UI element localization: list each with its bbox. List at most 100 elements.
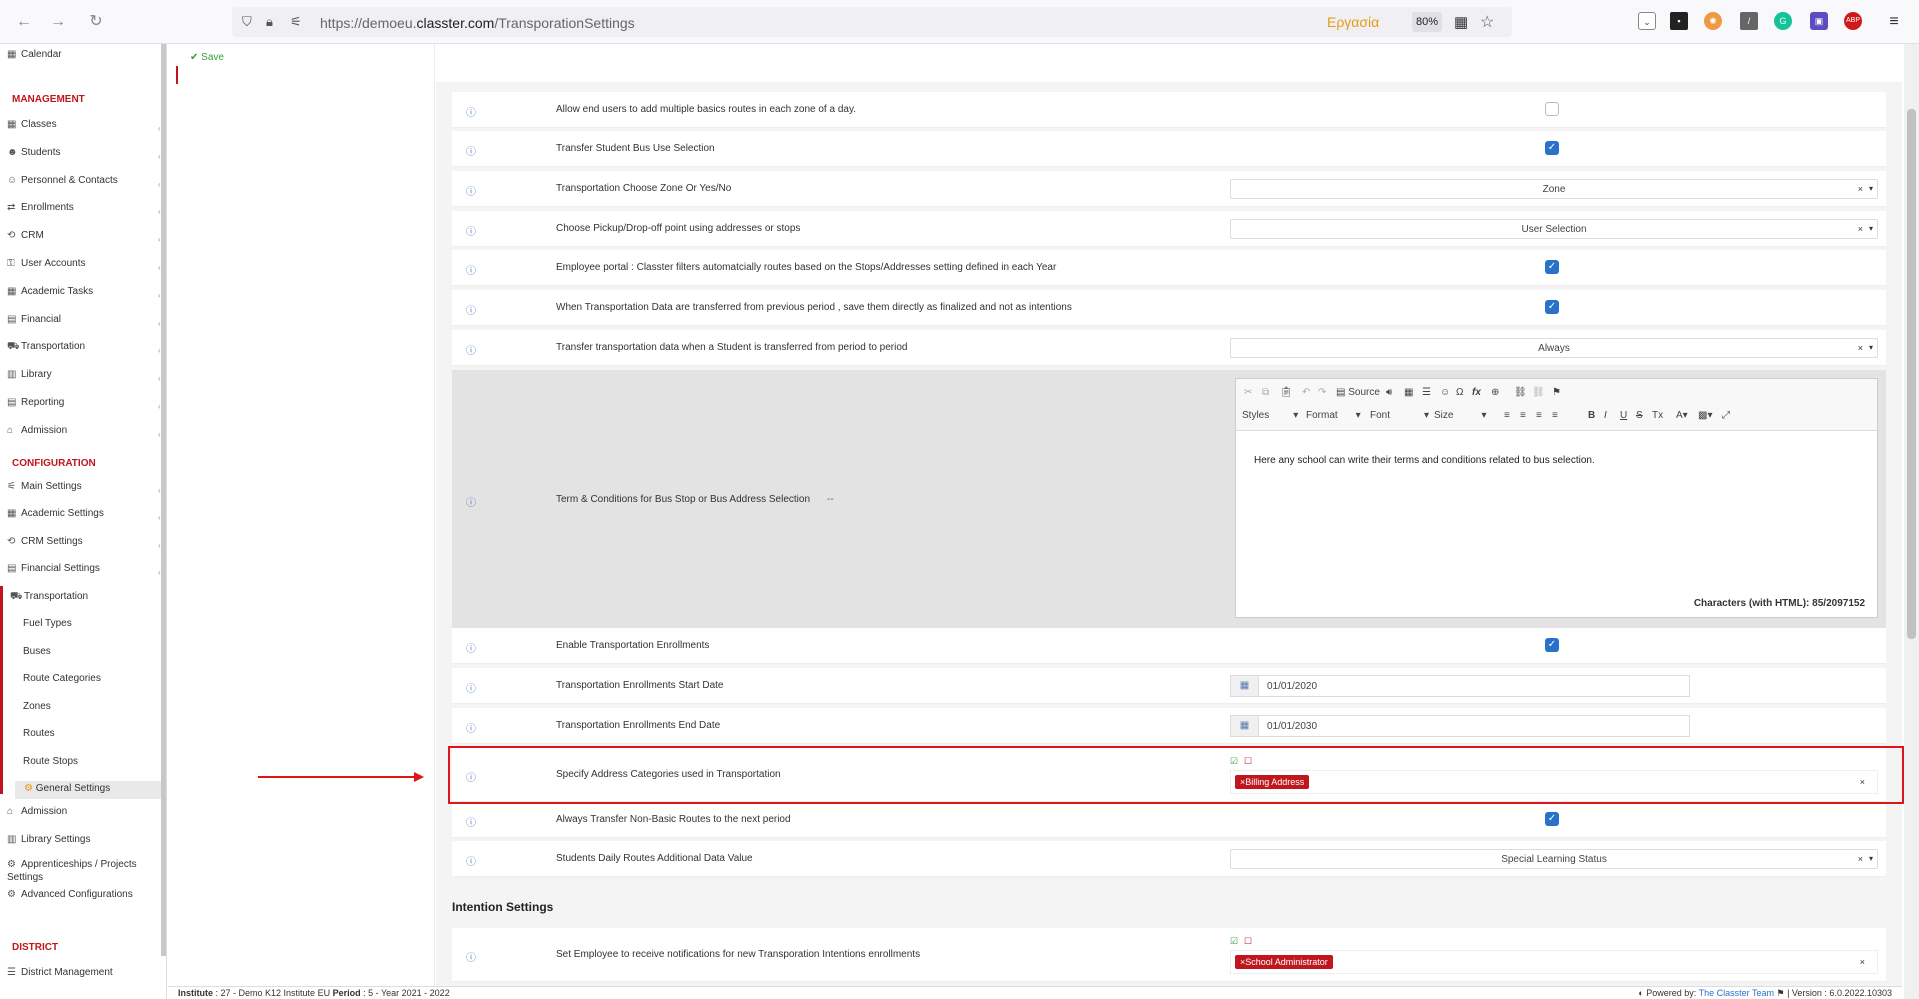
- chevron-down-icon[interactable]: ▾: [1869, 224, 1873, 233]
- maximize-icon[interactable]: ⤢: [1722, 410, 1730, 421]
- sidebar-item-library-settings[interactable]: ▥ Library Settings: [7, 831, 90, 849]
- address-bar[interactable]: ⛉ 🔒︎ ⚟ https://demoeu.classter.com/Trans…: [232, 7, 1512, 37]
- reload-icon[interactable]: ↻: [86, 12, 106, 32]
- info-icon[interactable]: ⓘ: [466, 640, 476, 655]
- align-center-icon[interactable]: ≡: [1520, 410, 1526, 421]
- select-all-icon[interactable]: ☑: [1230, 936, 1238, 947]
- source-button[interactable]: ▤ Source: [1336, 387, 1380, 398]
- checkbox-unchecked[interactable]: [1545, 102, 1559, 116]
- smiley-icon[interactable]: ☺: [1440, 387, 1450, 398]
- page-scrollbar[interactable]: [1904, 44, 1919, 999]
- sidebar-item-admission[interactable]: ⌂ Admission ‹: [7, 422, 161, 440]
- sidebar-item-apprenticeships-projects-settings[interactable]: ⚙ Apprenticeships / Projects Settings: [7, 858, 157, 883]
- info-icon[interactable]: ⓘ: [466, 104, 476, 119]
- undo-icon[interactable]: ↶: [1302, 387, 1310, 398]
- sidebar-subitem-fuel-types[interactable]: Fuel Types: [23, 615, 72, 633]
- close-icon[interactable]: ×: [1858, 184, 1863, 194]
- info-icon[interactable]: ⓘ: [466, 143, 476, 158]
- shield-icon[interactable]: ⛉: [242, 14, 252, 30]
- format-dropdown[interactable]: Format ▾: [1306, 410, 1361, 421]
- paste-icon[interactable]: 📋︎: [1280, 387, 1293, 398]
- sidebar-item-transportation[interactable]: ⛟Transportation ‹: [7, 338, 161, 356]
- close-icon[interactable]: ×: [1858, 343, 1863, 353]
- calendar-icon[interactable]: ▦: [1231, 716, 1259, 736]
- color-wheel-icon[interactable]: ✺: [1704, 12, 1722, 30]
- tag-select[interactable]: ×School Administrator ×: [1230, 950, 1878, 974]
- italic-icon[interactable]: I: [1604, 410, 1607, 421]
- cut-icon[interactable]: ✂: [1244, 387, 1252, 398]
- sidebar-item-reporting[interactable]: ▤ Reporting ‹: [7, 394, 161, 412]
- info-icon[interactable]: ⓘ: [466, 262, 476, 277]
- sidebar-item-user-accounts[interactable]: ⚿ User Accounts ‹: [7, 255, 161, 273]
- info-icon[interactable]: ⓘ: [466, 720, 476, 735]
- sidebar-item-students[interactable]: ☻ Students ‹: [7, 144, 161, 162]
- info-icon[interactable]: ⓘ: [466, 814, 476, 829]
- sidebar-item-financial-settings[interactable]: ▤ Financial Settings ‹: [7, 560, 161, 578]
- back-arrow-icon[interactable]: ←: [14, 12, 34, 32]
- size-dropdown[interactable]: Size ▾: [1434, 410, 1486, 421]
- checkbox-checked[interactable]: ✓: [1545, 260, 1559, 274]
- close-icon[interactable]: ×: [1858, 854, 1863, 864]
- selected-tag[interactable]: ×School Administrator: [1235, 955, 1333, 969]
- unlink-icon[interactable]: ⛓: [1532, 387, 1545, 398]
- bold-icon[interactable]: B: [1588, 410, 1595, 421]
- checkbox-checked[interactable]: ✓: [1545, 300, 1559, 314]
- link-icon[interactable]: ⛓: [1514, 387, 1527, 398]
- sidebar-item-advanced-configurations[interactable]: ⚙ Advanced Configurations: [7, 886, 133, 904]
- grid-icon[interactable]: ▦: [1454, 13, 1468, 31]
- sidebar-item-library[interactable]: ▥ Library ‹: [7, 366, 161, 384]
- bookmark-star-icon[interactable]: ☆: [1480, 12, 1494, 32]
- rich-text-editor[interactable]: ✂ ⧉ 📋︎ ↶ ↷ ▤ Source 🔊︎ ▦ ☰ ☺ Ω fx ⊕ ⛓ ⛓ …: [1235, 378, 1878, 618]
- forward-arrow-icon[interactable]: →: [48, 12, 68, 32]
- underline-icon[interactable]: U: [1620, 410, 1627, 421]
- align-right-icon[interactable]: ≡: [1536, 410, 1542, 421]
- extensions-grid-icon[interactable]: ▪: [1670, 12, 1688, 30]
- select-dropdown[interactable]: User Selection × ▾: [1230, 219, 1878, 239]
- info-icon[interactable]: ⓘ: [466, 342, 476, 357]
- container-label[interactable]: Εργασία: [1327, 14, 1379, 30]
- sidebar-subitem-buses[interactable]: Buses: [23, 643, 51, 661]
- info-icon[interactable]: ⓘ: [466, 494, 476, 509]
- url-text[interactable]: https://demoeu.classter.com/Transporatio…: [320, 15, 635, 31]
- strikethrough-icon[interactable]: S: [1636, 410, 1643, 421]
- sidebar-item-academic-tasks[interactable]: ▦ Academic Tasks ‹: [7, 283, 161, 301]
- sidebar-item-transportation-group[interactable]: ⛟Transportation: [10, 588, 88, 606]
- menu-icon[interactable]: ≡: [1884, 12, 1904, 32]
- select-dropdown[interactable]: Always × ▾: [1230, 338, 1878, 358]
- sidebar-item-main-settings[interactable]: ⚟ Main Settings ‹: [7, 478, 161, 496]
- sidebar-subitem-routes[interactable]: Routes: [23, 725, 55, 743]
- sidebar-subitem-route-categories[interactable]: Route Categories: [23, 670, 101, 688]
- chevron-down-icon[interactable]: ▾: [1869, 343, 1873, 352]
- zoom-level[interactable]: 80%: [1412, 12, 1442, 32]
- align-left-icon[interactable]: ≡: [1504, 410, 1510, 421]
- checkbox-checked[interactable]: ✓: [1545, 812, 1559, 826]
- sidebar-item-district-management[interactable]: ☰ District Management: [7, 964, 113, 982]
- omega-icon[interactable]: Ω: [1456, 387, 1463, 398]
- sidebar-item-admission[interactable]: ⌂ Admission: [7, 803, 67, 821]
- sidebar-item-financial[interactable]: ▤ Financial ‹: [7, 311, 161, 329]
- table-icon[interactable]: ▦: [1404, 387, 1413, 398]
- date-input[interactable]: ▦ 01/01/2030: [1230, 715, 1690, 737]
- date-input[interactable]: ▦ 01/01/2020: [1230, 675, 1690, 697]
- lock-icon[interactable]: 🔒︎: [266, 14, 273, 30]
- sidebar-item-crm-settings[interactable]: ⟲ CRM Settings ‹: [7, 533, 161, 551]
- close-icon[interactable]: ×: [1860, 957, 1865, 967]
- chevron-down-icon[interactable]: ▾: [1869, 854, 1873, 863]
- background-color-icon[interactable]: ▩▾: [1698, 410, 1712, 421]
- horizontal-line-icon[interactable]: ☰: [1422, 387, 1431, 398]
- deselect-all-icon[interactable]: ☐: [1244, 936, 1252, 947]
- eyedropper-icon[interactable]: /: [1740, 12, 1758, 30]
- sidebar-item-classes[interactable]: ▦ Classes ‹: [7, 116, 161, 134]
- sidebar-subitem-zones[interactable]: Zones: [23, 698, 51, 716]
- classter-team-link[interactable]: The Classter Team: [1699, 988, 1774, 998]
- extension-icon[interactable]: ▣: [1810, 12, 1828, 30]
- scrollbar-thumb[interactable]: [1907, 109, 1916, 639]
- info-icon[interactable]: ⓘ: [466, 223, 476, 238]
- sidebar-item-personnel-contacts[interactable]: ☺ Personnel & Contacts ‹: [7, 172, 161, 190]
- calendar-icon[interactable]: ▦: [1231, 676, 1259, 696]
- sidebar-subitem-route-stops[interactable]: Route Stops: [23, 753, 78, 771]
- select-dropdown[interactable]: Zone × ▾: [1230, 179, 1878, 199]
- sidebar-subitem-general-settings[interactable]: ⚙ General Settings: [24, 780, 110, 798]
- font-dropdown[interactable]: Font ▾: [1370, 410, 1429, 421]
- grammarly-icon[interactable]: G: [1774, 12, 1792, 30]
